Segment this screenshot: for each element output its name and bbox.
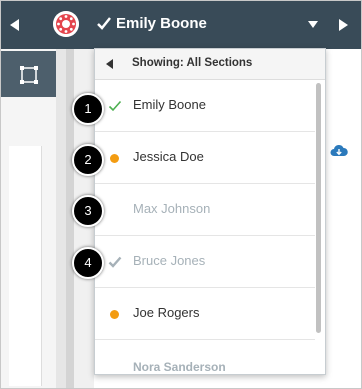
graded-check-icon — [108, 99, 122, 113]
student-option[interactable]: Jessica Doe — [95, 132, 315, 184]
graded-check-icon — [97, 15, 111, 31]
callout-number: 1 — [72, 93, 104, 125]
next-student-button[interactable] — [334, 14, 352, 36]
callout-number: 2 — [72, 144, 104, 176]
student-dropdown-caret-icon[interactable] — [307, 19, 319, 29]
student-option[interactable]: Max Johnson — [95, 184, 315, 236]
graded-check-icon — [108, 255, 122, 269]
student-picker-dropdown: Showing: All Sections Emily Boone Jessic… — [94, 48, 326, 375]
cloud-download-icon[interactable] — [330, 144, 348, 158]
speedgrader-header: Emily Boone — [1, 1, 361, 49]
panel-divider — [56, 49, 66, 388]
speedgrader-window: Emily Boone Showing: All Sections Emily … — [0, 0, 362, 389]
previous-student-button[interactable] — [7, 14, 25, 36]
student-option[interactable]: Emily Boone — [95, 80, 315, 132]
expand-icon — [20, 66, 38, 84]
student-option-name: Joe Rogers — [133, 305, 200, 320]
student-option-name: Bruce Jones — [133, 253, 206, 268]
needs-grading-dot-icon — [108, 151, 122, 165]
section-filter[interactable]: Showing: All Sections — [95, 49, 325, 80]
fullscreen-button[interactable] — [1, 51, 56, 97]
callout-number: 3 — [72, 195, 104, 227]
needs-grading-dot-icon — [108, 307, 122, 321]
student-option-name: Max Johnson — [133, 201, 211, 216]
student-option[interactable]: Nora Sanderson — [95, 340, 315, 374]
section-filter-label: Showing: All Sections — [132, 57, 253, 69]
back-arrow-icon[interactable] — [105, 57, 117, 71]
callout-number: 4 — [72, 247, 104, 279]
selected-student-name[interactable]: Emily Boone — [116, 15, 207, 32]
student-option[interactable]: Bruce Jones — [95, 236, 315, 288]
dropdown-scrollbar[interactable] — [316, 83, 321, 333]
document-preview — [9, 146, 42, 386]
canvas-logo-icon — [53, 11, 79, 37]
student-option-name: Jessica Doe — [133, 149, 204, 164]
student-option-name: Emily Boone — [133, 97, 206, 112]
panel-resize-handle[interactable] — [66, 49, 74, 388]
student-option-name: Nora Sanderson — [133, 360, 226, 374]
student-avatar — [53, 11, 79, 37]
student-option[interactable]: Joe Rogers — [95, 288, 315, 340]
